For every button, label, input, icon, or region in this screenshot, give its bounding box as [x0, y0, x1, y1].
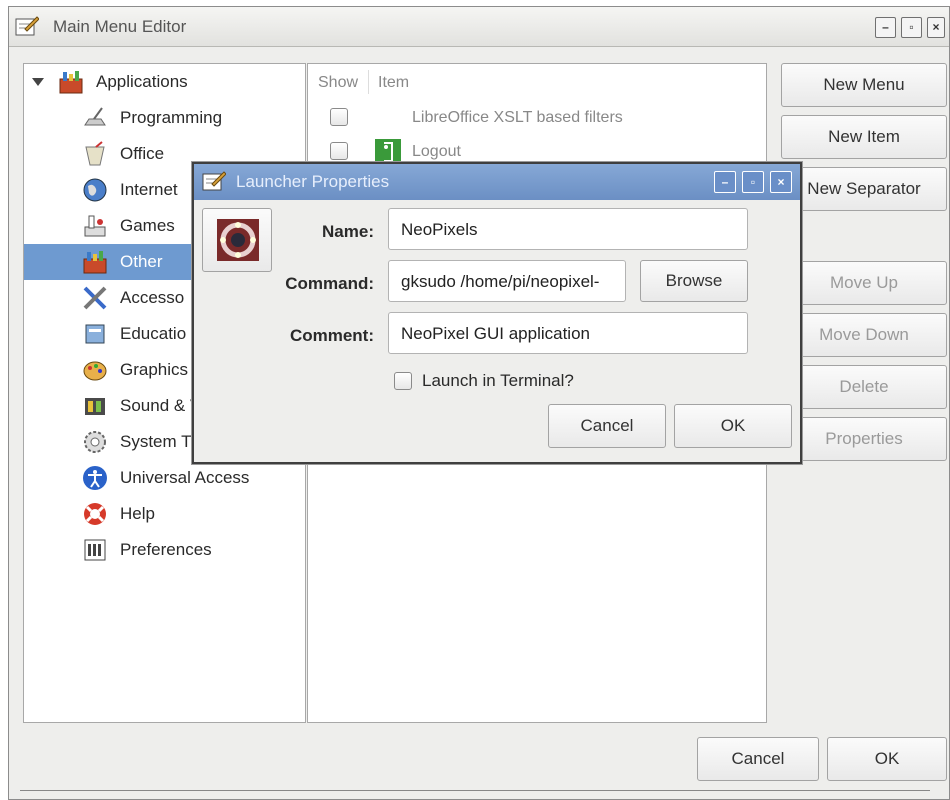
- column-divider: [368, 70, 369, 94]
- dialog-maximize-button[interactable]: ▫: [742, 171, 764, 193]
- dialog-cancel-button[interactable]: Cancel: [548, 404, 666, 448]
- tree-item-label: Universal Access: [120, 468, 250, 487]
- tree-item-label: Applications: [96, 72, 188, 91]
- tree-item-label: Office: [120, 144, 165, 163]
- preferences-icon: [84, 539, 106, 561]
- graphics-icon: [83, 361, 107, 381]
- accessories-icon: [83, 286, 107, 310]
- column-header-item[interactable]: Item: [378, 74, 409, 92]
- tree-item-label: Other: [120, 252, 163, 271]
- browse-button[interactable]: Browse: [640, 260, 748, 302]
- help-lifebuoy-icon: [84, 503, 106, 525]
- command-field[interactable]: gksudo /home/pi/neopixel-: [388, 260, 626, 302]
- launch-in-terminal-label[interactable]: Launch in Terminal?: [422, 371, 574, 391]
- list-item[interactable]: LibreOffice XSLT based filters: [308, 102, 766, 136]
- name-label: Name:: [322, 222, 374, 241]
- new-item-button[interactable]: New Item: [781, 115, 947, 159]
- show-checkbox[interactable]: [330, 108, 348, 126]
- cancel-button[interactable]: Cancel: [697, 737, 819, 781]
- tree-item-label: Educatio: [120, 324, 187, 343]
- column-header-show[interactable]: Show: [318, 74, 358, 92]
- tree-item-label: Graphics: [120, 360, 189, 379]
- dialog-titlebar[interactable]: Launcher Properties – ▫ ×: [194, 164, 800, 200]
- item-label: Logout: [412, 143, 461, 160]
- divider: [20, 790, 930, 791]
- editor-icon: [202, 171, 226, 191]
- tree-item-programming[interactable]: Programming: [24, 100, 305, 136]
- main-titlebar[interactable]: Main Menu Editor – ▫ ×: [9, 7, 949, 47]
- maximize-button[interactable]: ▫: [901, 17, 922, 38]
- system-tools-icon: [84, 431, 106, 453]
- minimize-button[interactable]: –: [875, 17, 896, 38]
- launcher-properties-dialog: Launcher Properties – ▫ × Name: NeoPixel…: [192, 162, 802, 464]
- other-icon: [83, 251, 107, 274]
- tree-item-label: Sound & V: [120, 396, 202, 415]
- games-icon: [84, 215, 106, 237]
- command-label: Command:: [285, 274, 374, 293]
- new-separator-button[interactable]: New Separator: [781, 167, 947, 211]
- comment-field[interactable]: NeoPixel GUI application: [388, 312, 748, 354]
- tree-item-label: Games: [120, 216, 175, 235]
- comment-label: Comment:: [289, 326, 374, 345]
- programming-icon: [84, 107, 106, 126]
- tree-item-universal-access[interactable]: Universal Access: [24, 460, 305, 496]
- ok-button[interactable]: OK: [827, 737, 947, 781]
- dialog-minimize-button[interactable]: –: [714, 171, 736, 193]
- tree-item-applications[interactable]: Applications: [24, 64, 305, 100]
- close-button[interactable]: ×: [927, 17, 945, 38]
- item-label: LibreOffice XSLT based filters: [412, 109, 623, 126]
- move-down-button[interactable]: Move Down: [781, 313, 947, 357]
- tree-item-label: Programming: [120, 108, 223, 127]
- properties-button[interactable]: Properties: [781, 417, 947, 461]
- new-menu-button[interactable]: New Menu: [781, 63, 947, 107]
- move-up-button[interactable]: Move Up: [781, 261, 947, 305]
- dialog-close-button[interactable]: ×: [770, 171, 792, 193]
- tree-item-label: Help: [120, 504, 155, 523]
- office-icon: [85, 141, 105, 166]
- launch-in-terminal-checkbox[interactable]: [394, 372, 412, 390]
- tree-item-label: Internet: [120, 180, 178, 199]
- applications-icon: [59, 71, 83, 94]
- tree-item-label: Preferences: [120, 540, 212, 559]
- dialog-ok-button[interactable]: OK: [674, 404, 792, 448]
- expander-icon[interactable]: [32, 78, 44, 86]
- delete-button[interactable]: Delete: [781, 365, 947, 409]
- tree-item-label: Accesso: [120, 288, 185, 307]
- show-checkbox[interactable]: [330, 142, 348, 160]
- window-title: Main Menu Editor: [53, 17, 187, 36]
- name-field[interactable]: NeoPixels: [388, 208, 748, 250]
- tree-item-label: System T: [120, 432, 192, 451]
- internet-globe-icon: [83, 178, 107, 202]
- universal-access-icon: [83, 466, 107, 490]
- editor-icon: [15, 16, 39, 36]
- education-icon: [85, 324, 105, 344]
- dialog-title: Launcher Properties: [236, 172, 390, 191]
- tree-item-help[interactable]: Help: [24, 496, 305, 532]
- tree-item-preferences[interactable]: Preferences: [24, 532, 305, 568]
- sound-video-icon: [85, 398, 105, 415]
